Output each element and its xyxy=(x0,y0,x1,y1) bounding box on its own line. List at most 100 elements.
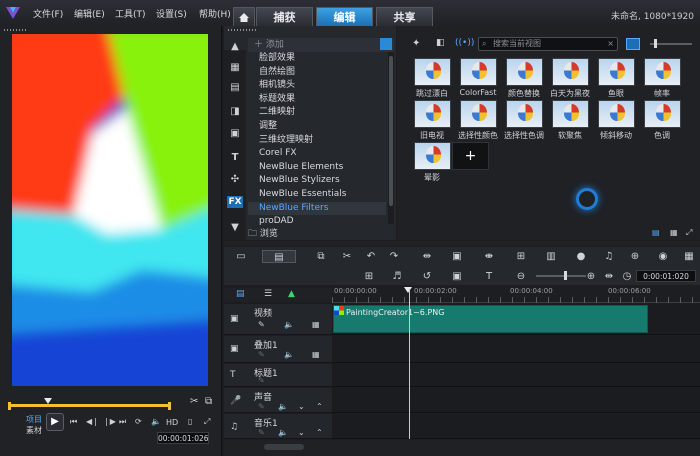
mute-icon[interactable]: 🔈 xyxy=(278,402,288,411)
copy-icon[interactable]: ⧉ xyxy=(205,396,212,407)
step-back-icon[interactable]: ◀❘ xyxy=(86,417,99,426)
split-icon[interactable]: ⇼ xyxy=(482,250,496,263)
track-title[interactable]: T 标题1 ✎ xyxy=(224,364,332,387)
undo-icon[interactable]: ↶ xyxy=(364,250,378,263)
collapse-track-icon[interactable]: ⌃ xyxy=(316,428,323,437)
zoom-handle[interactable] xyxy=(564,271,567,280)
hd-toggle[interactable]: HD xyxy=(166,418,178,427)
show-all-tracks-icon[interactable]: ▤ xyxy=(236,289,245,299)
edit-pen-icon[interactable]: ✎ xyxy=(258,402,265,411)
menu-settings[interactable]: 设置(S) xyxy=(156,7,187,20)
menu-tools[interactable]: 工具(T) xyxy=(115,7,146,20)
list-item-selected[interactable]: NewBlue Filters xyxy=(248,201,386,216)
edit-pen-icon[interactable]: ✎ xyxy=(258,320,265,329)
add-to-favorites-icon[interactable]: ✦ xyxy=(412,38,420,49)
motion-track-icon[interactable]: ⊞ xyxy=(514,250,528,263)
timeline-timecode[interactable]: 0:00:01:020 xyxy=(636,270,696,282)
step-forward-icon[interactable]: ❘▶ xyxy=(103,417,116,426)
go-end-icon[interactable]: ⏭ xyxy=(119,417,126,427)
repeat-icon[interactable]: ⟳ xyxy=(135,417,142,426)
audio-icon[interactable]: ♫ xyxy=(602,250,616,263)
zoom-slider[interactable] xyxy=(536,271,586,280)
thumb-view-icon[interactable]: ▦ xyxy=(670,228,678,237)
magic-tools-icon[interactable]: ✂ xyxy=(340,250,354,263)
storyboard-view-icon[interactable]: ▭ xyxy=(234,250,248,263)
track-video[interactable]: ▣ 视频 ✎ 🔈 ▦ xyxy=(224,304,332,335)
filter-thumbnail[interactable] xyxy=(506,100,543,128)
trim-out-handle[interactable] xyxy=(168,402,171,410)
scroll-thumb[interactable] xyxy=(389,56,393,206)
list-item[interactable]: 调整 xyxy=(248,120,386,134)
zoom-in-icon[interactable]: ⊕ xyxy=(584,270,598,283)
3d-title-icon[interactable]: T xyxy=(482,270,496,283)
scene-icon[interactable]: ◉ xyxy=(656,250,670,263)
search-input[interactable]: ⌕ 搜索当前视图 × xyxy=(478,37,618,51)
menu-help[interactable]: 帮助(H) xyxy=(199,7,231,20)
motion-icon[interactable]: ↺ xyxy=(420,270,434,283)
fit-icon[interactable]: ⇹ xyxy=(420,250,434,263)
chapter-icon[interactable]: ▦ xyxy=(682,250,696,263)
home-tab[interactable] xyxy=(233,7,255,26)
preview-window[interactable] xyxy=(12,34,208,386)
redo-icon[interactable]: ↷ xyxy=(387,250,401,263)
ripple-edit-icon[interactable]: ▲ xyxy=(288,289,295,299)
render-icon[interactable]: ▣ xyxy=(450,270,464,283)
playhead-marker[interactable] xyxy=(404,287,412,293)
add-filter-thumbnail[interactable]: + xyxy=(452,142,489,170)
color-icon[interactable]: ● xyxy=(574,250,588,263)
list-item[interactable]: Corel FX xyxy=(248,147,386,161)
playhead-line[interactable] xyxy=(409,289,410,439)
media-icon[interactable]: ▦ xyxy=(228,62,242,74)
enlarge-icon[interactable]: ⤢ xyxy=(204,417,210,427)
preview-scrubber[interactable] xyxy=(8,398,174,412)
collapse-down-icon[interactable]: ▼ xyxy=(228,222,242,234)
timeline-ruler[interactable]: 00:00:00:00 00:00:02:00 00:00:04:00 00:0… xyxy=(332,285,700,303)
zoom-out-icon[interactable]: ⊖ xyxy=(514,270,528,283)
track-list-icon[interactable]: ☰ xyxy=(264,289,272,299)
browse-button[interactable]: 🗀 浏览 xyxy=(248,226,278,242)
clock-icon[interactable]: ◷ xyxy=(620,270,634,283)
horizontal-scrollbar[interactable] xyxy=(264,444,304,450)
list-item[interactable]: 二维映射 xyxy=(248,106,386,120)
multi-camera-icon[interactable]: ⊕ xyxy=(628,250,642,263)
expand-track-icon[interactable]: ⌄ xyxy=(298,428,305,437)
filter-thumbnail[interactable] xyxy=(414,142,451,170)
wireless-icon[interactable]: ((•)) xyxy=(455,38,474,48)
graphics-icon[interactable]: ▣ xyxy=(228,128,242,140)
clear-search-icon[interactable]: × xyxy=(607,38,614,50)
gallery-tag-icon[interactable] xyxy=(380,38,392,50)
list-item[interactable]: NewBlue Essentials xyxy=(248,188,386,202)
volume-icon[interactable]: 🔈 xyxy=(151,417,161,426)
player-timecode[interactable]: 00:00:01:026 xyxy=(157,432,209,444)
filter-thumbnail[interactable] xyxy=(644,100,681,128)
collapse-track-icon[interactable]: ⌃ xyxy=(316,402,323,411)
menu-file[interactable]: 文件(F) xyxy=(33,7,63,20)
filter-thumbnail[interactable] xyxy=(598,100,635,128)
tracks-manager-icon[interactable]: ⧉ xyxy=(314,250,328,263)
filter-thumbnail[interactable] xyxy=(414,100,451,128)
transition-icon[interactable]: ◨ xyxy=(228,106,242,118)
filter-thumbnail[interactable] xyxy=(552,100,589,128)
filter-fx-icon[interactable]: FX xyxy=(227,196,243,208)
track-voice[interactable]: 🎤 声音 ✎ 🔈 ⌄ ⌃ xyxy=(224,388,332,413)
mute-icon[interactable]: 🔈 xyxy=(284,350,294,359)
list-item[interactable]: 标题效果 xyxy=(248,93,386,107)
apply-attribute-icon[interactable]: ◧ xyxy=(436,38,445,48)
panel-divider[interactable] xyxy=(224,241,700,246)
lane-overlay[interactable] xyxy=(332,336,700,363)
lane-title[interactable] xyxy=(332,364,700,387)
list-item[interactable]: 自然绘图 xyxy=(248,66,386,80)
list-item[interactable]: 脸部效果 xyxy=(248,52,386,66)
filter-thumbnail[interactable] xyxy=(460,58,497,86)
filter-thumbnail[interactable] xyxy=(414,58,451,86)
menu-edit[interactable]: 编辑(E) xyxy=(74,7,105,20)
auto-music-icon[interactable]: ♬ xyxy=(390,270,404,283)
track-music[interactable]: ♫ 音乐1 ✎ 🔈 ⌄ ⌃ xyxy=(224,414,332,439)
grid-small-icon[interactable]: ▦ xyxy=(312,350,320,359)
collapse-up-icon[interactable]: ▲ xyxy=(228,41,242,53)
slider-handle[interactable] xyxy=(654,39,657,48)
play-button[interactable]: ▶ xyxy=(46,413,64,431)
expand-icon[interactable]: ⤢ xyxy=(686,228,692,238)
add-folder-bar[interactable]: ＋ 添加 xyxy=(248,38,394,52)
trim-in-handle[interactable] xyxy=(8,402,11,410)
